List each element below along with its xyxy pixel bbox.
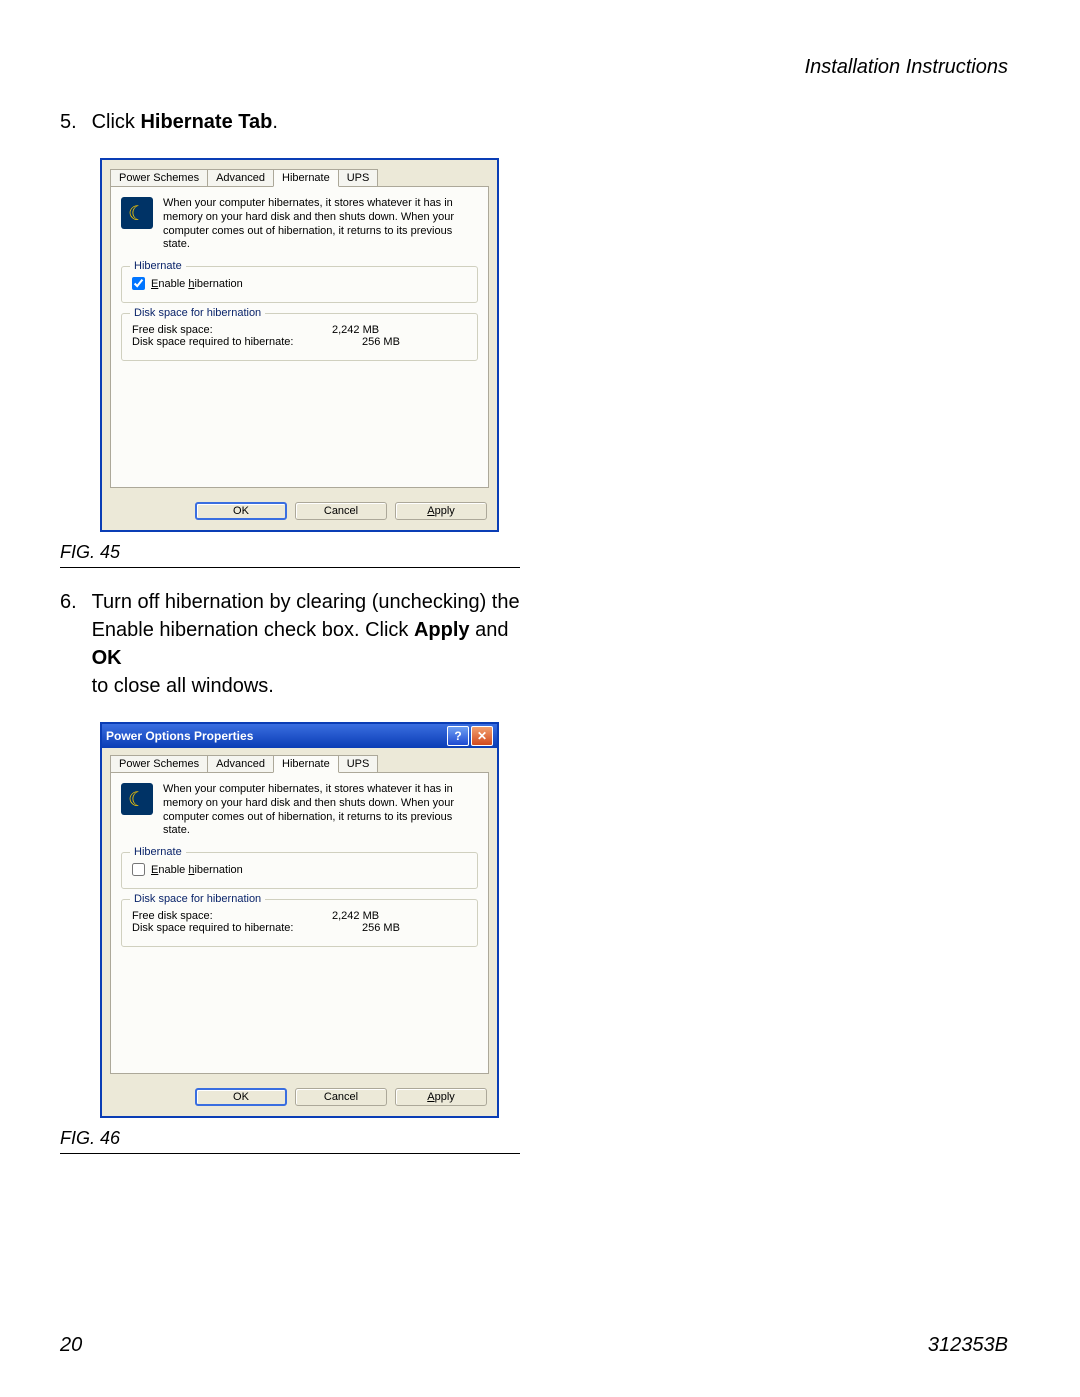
tab-power-schemes[interactable]: Power Schemes (110, 755, 208, 773)
cancel-button[interactable]: Cancel (295, 1088, 387, 1106)
free-disk-label: Free disk space: (132, 910, 332, 922)
req-disk-value: 256 MB (362, 922, 400, 934)
free-disk-row: Free disk space: 2,242 MB (132, 324, 467, 336)
description-row: ☾ When your computer hibernates, it stor… (121, 783, 478, 838)
ok-button[interactable]: OK (195, 1088, 287, 1106)
hibernate-group: Hibernate Enable hibernation (121, 852, 478, 889)
req-disk-row: Disk space required to hibernate: 256 MB (132, 922, 467, 934)
group-label-disk: Disk space for hibernation (130, 893, 265, 905)
step-5: 5. Click Hibernate Tab. (60, 108, 560, 136)
tab-hibernate[interactable]: Hibernate (273, 755, 339, 773)
tab-ups[interactable]: UPS (338, 169, 379, 187)
apply-button[interactable]: Apply (395, 502, 487, 520)
tab-row: Power Schemes Advanced Hibernate UPS (110, 754, 489, 772)
tab-power-schemes[interactable]: Power Schemes (110, 169, 208, 187)
tab-body: ☾ When your computer hibernates, it stor… (110, 772, 489, 1074)
figure-caption-45: FIG. 45 (60, 542, 560, 563)
tab-row: Power Schemes Advanced Hibernate UPS (110, 168, 489, 186)
page-section-header: Installation Instructions (805, 56, 1008, 79)
step-line3: to close all windows. (92, 675, 274, 697)
dialog-button-row: OK Cancel Apply (102, 496, 497, 530)
enable-hibernation-checkbox[interactable] (132, 863, 145, 876)
enable-hibernation-label: Enable hibernation (151, 864, 243, 876)
figure-rule (60, 1153, 520, 1154)
document-number: 312353B (928, 1334, 1008, 1357)
step-text: Click (92, 111, 141, 133)
step-body: Click Hibernate Tab. (92, 108, 532, 136)
free-disk-value: 2,242 MB (332, 324, 379, 336)
step-6: 6. Turn off hibernation by clearing (unc… (60, 588, 560, 700)
dialog-title: Power Options Properties (106, 729, 253, 743)
step-number: 5. (60, 108, 86, 136)
enable-hibernation-row: Enable hibernation (132, 277, 467, 290)
step-ok-bold: OK (92, 647, 122, 669)
free-disk-row: Free disk space: 2,242 MB (132, 910, 467, 922)
standby-icon: ☾ (121, 783, 153, 815)
req-disk-label: Disk space required to hibernate: (132, 336, 362, 348)
tab-body: ☾ When your computer hibernates, it stor… (110, 186, 489, 488)
step-bold: Hibernate Tab (140, 111, 272, 133)
help-icon[interactable]: ? (447, 726, 469, 746)
group-label-disk: Disk space for hibernation (130, 307, 265, 319)
ok-button[interactable]: OK (195, 502, 287, 520)
tab-advanced[interactable]: Advanced (207, 755, 274, 773)
hibernate-group: Hibernate Enable hibernation (121, 266, 478, 303)
figure-caption-46: FIG. 46 (60, 1128, 560, 1149)
titlebar-buttons: ? ✕ (447, 726, 493, 746)
free-disk-value: 2,242 MB (332, 910, 379, 922)
step-line1: Turn off hibernation by clearing (unchec… (92, 591, 520, 613)
power-options-dialog-unchecked: Power Options Properties ? ✕ Power Schem… (100, 722, 499, 1118)
step-number: 6. (60, 588, 86, 616)
req-disk-label: Disk space required to hibernate: (132, 922, 362, 934)
dialog-titlebar: Power Options Properties ? ✕ (102, 724, 497, 748)
description-row: ☾ When your computer hibernates, it stor… (121, 197, 478, 252)
standby-icon: ☾ (121, 197, 153, 229)
page-footer: 20 312353B (60, 1334, 1008, 1357)
group-label-hibernate: Hibernate (130, 260, 186, 272)
tab-advanced[interactable]: Advanced (207, 169, 274, 187)
cancel-button[interactable]: Cancel (295, 502, 387, 520)
apply-button[interactable]: Apply (395, 1088, 487, 1106)
disk-space-group: Disk space for hibernation Free disk spa… (121, 313, 478, 361)
figure-rule (60, 567, 520, 568)
disk-space-group: Disk space for hibernation Free disk spa… (121, 899, 478, 947)
step-body: Turn off hibernation by clearing (unchec… (92, 588, 532, 700)
step-line2a: Enable hibernation check box. Click (92, 619, 414, 641)
close-icon[interactable]: ✕ (471, 726, 493, 746)
step-and: and (470, 619, 509, 641)
description-text: When your computer hibernates, it stores… (163, 197, 478, 252)
group-label-hibernate: Hibernate (130, 846, 186, 858)
tab-hibernate[interactable]: Hibernate (273, 169, 339, 187)
step-apply-bold: Apply (414, 619, 470, 641)
enable-hibernation-checkbox[interactable] (132, 277, 145, 290)
dialog-button-row: OK Cancel Apply (102, 1082, 497, 1116)
req-disk-value: 256 MB (362, 336, 400, 348)
tab-ups[interactable]: UPS (338, 755, 379, 773)
enable-hibernation-row: Enable hibernation (132, 863, 467, 876)
main-content: 5. Click Hibernate Tab. Power Schemes Ad… (60, 108, 560, 1174)
req-disk-row: Disk space required to hibernate: 256 MB (132, 336, 467, 348)
free-disk-label: Free disk space: (132, 324, 332, 336)
description-text: When your computer hibernates, it stores… (163, 783, 478, 838)
enable-hibernation-label: Enable hibernation (151, 278, 243, 290)
step-suffix: . (272, 111, 278, 133)
power-options-dialog-checked: Power Schemes Advanced Hibernate UPS ☾ W… (100, 158, 499, 532)
page-number: 20 (60, 1334, 82, 1357)
